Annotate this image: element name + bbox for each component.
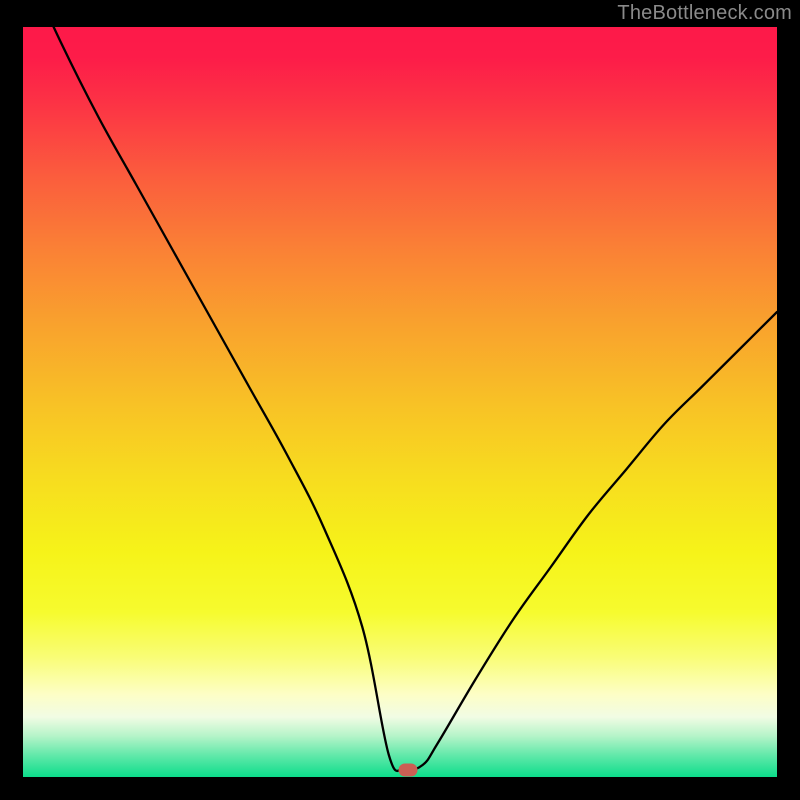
- watermark-text: TheBottleneck.com: [617, 2, 792, 25]
- bottleneck-curve: [23, 27, 777, 777]
- chart-frame: TheBottleneck.com: [0, 0, 800, 800]
- plot-area: [23, 27, 777, 777]
- optimum-marker: [398, 763, 417, 776]
